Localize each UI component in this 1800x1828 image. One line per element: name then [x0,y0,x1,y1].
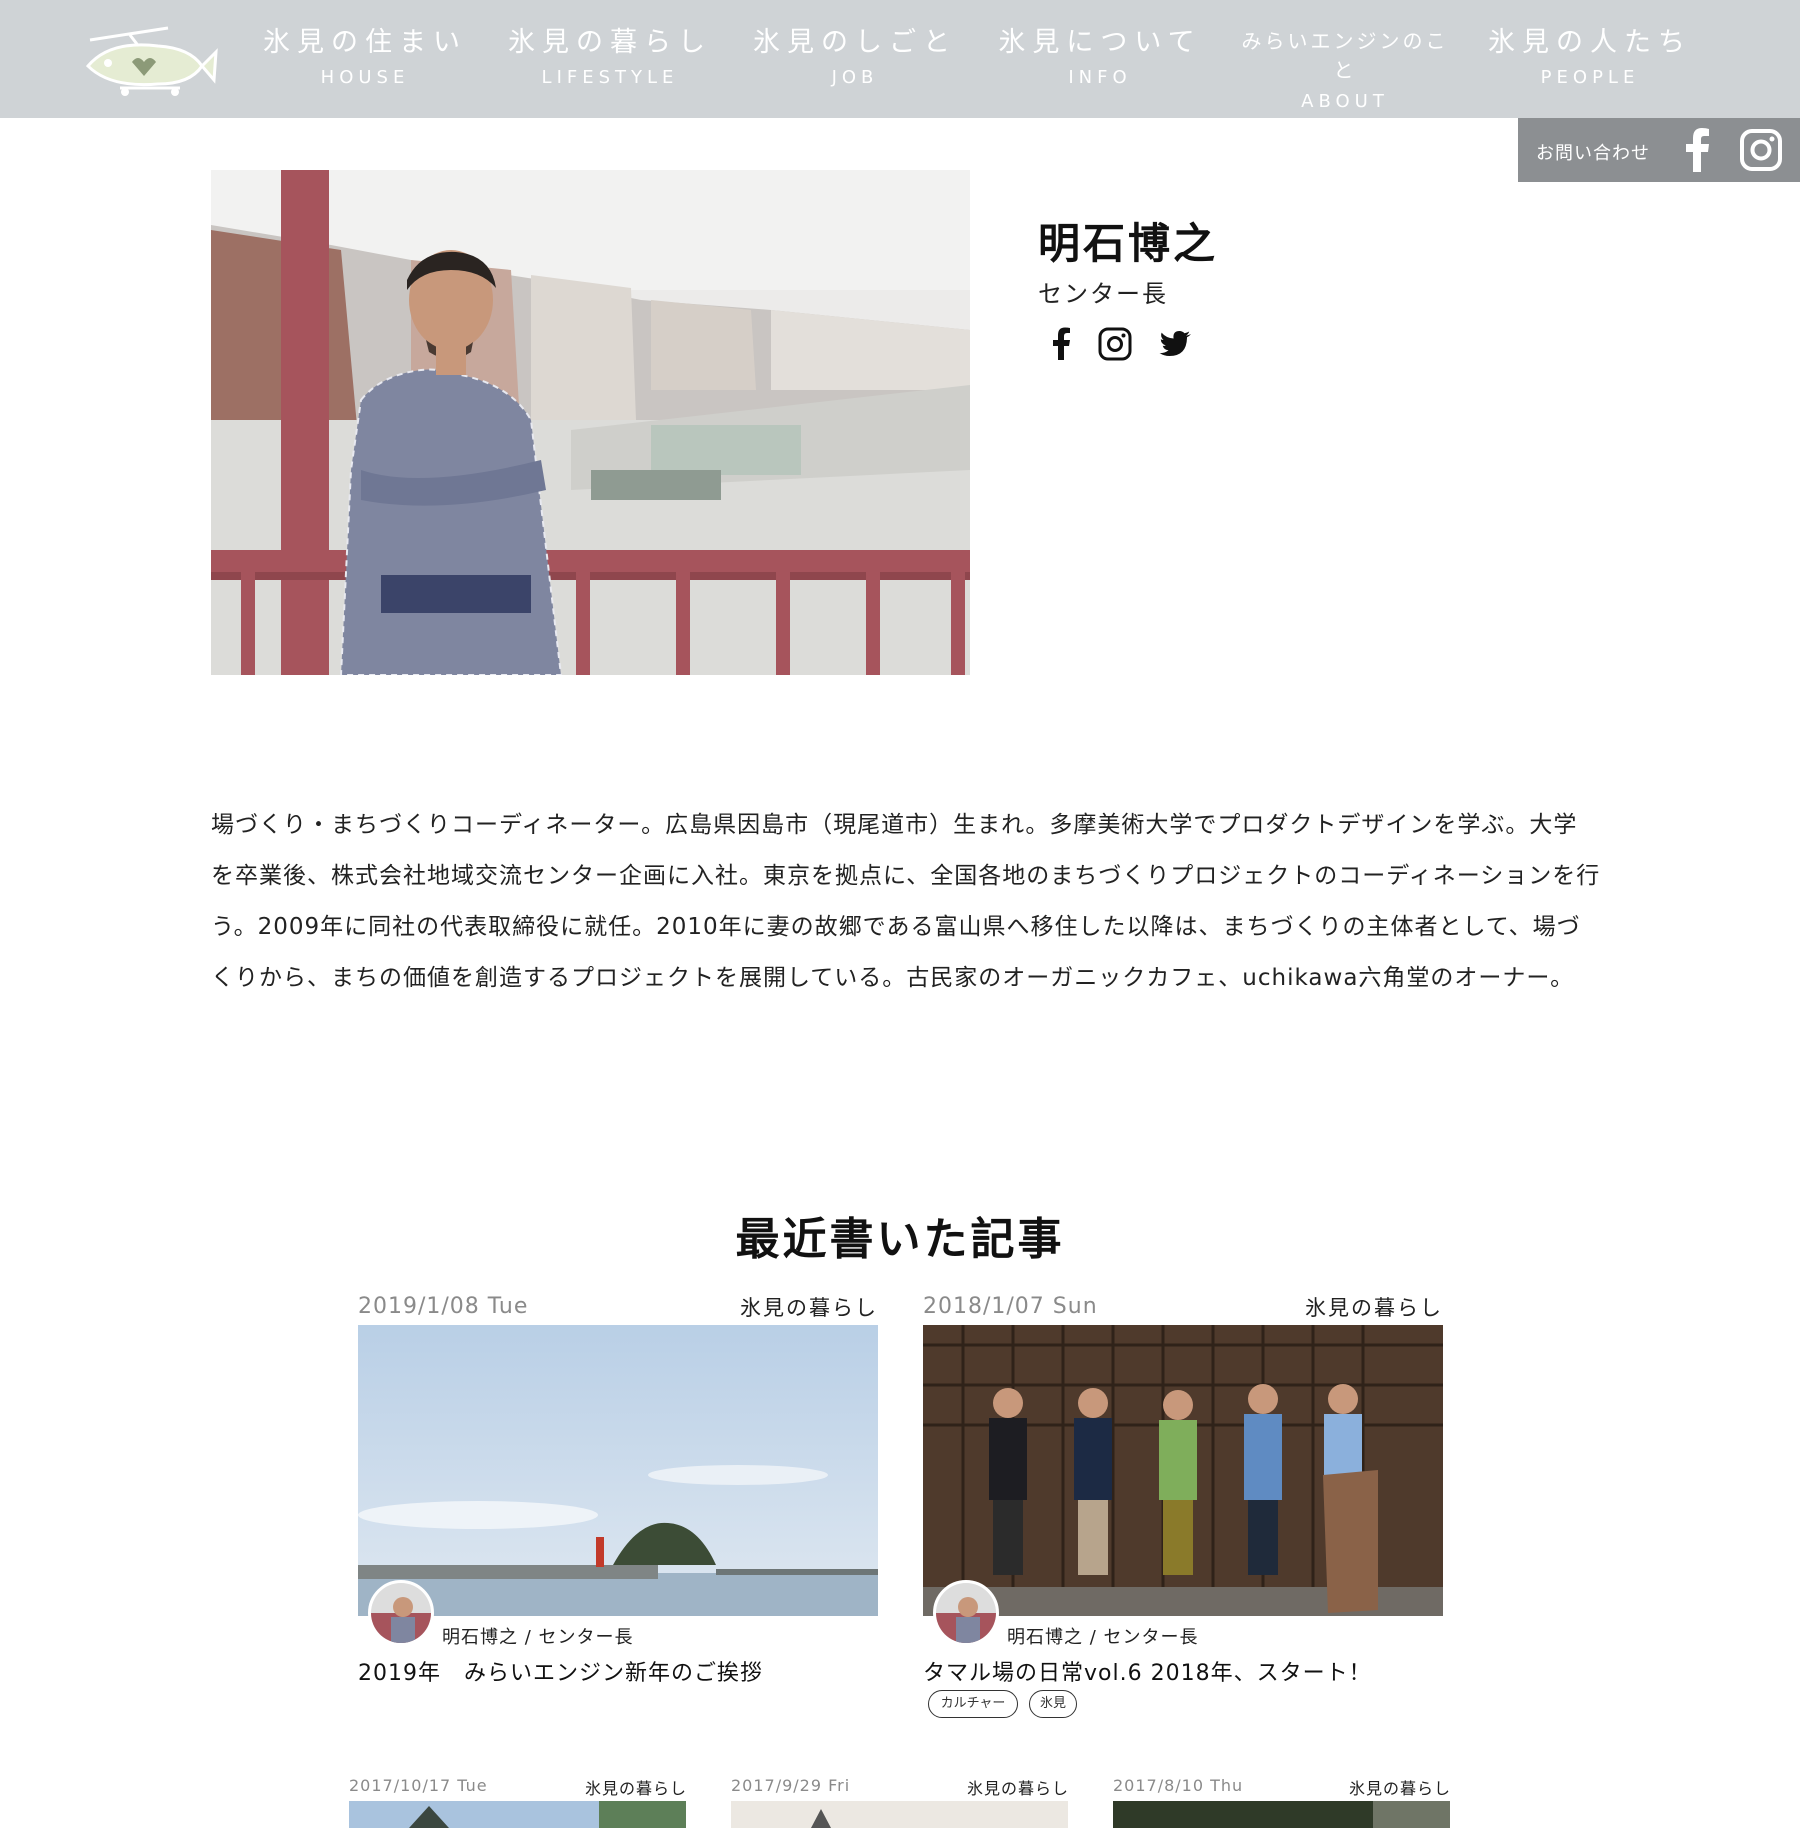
nav-label-en: HOUSE [320,67,410,88]
article-category[interactable]: 氷見の暮らし [585,1775,687,1799]
nav-label-en: PEOPLE [1540,67,1640,88]
facebook-icon[interactable] [1682,128,1712,172]
nav-item-people[interactable]: 氷見の人たち PEOPLE [1480,20,1700,88]
article-category[interactable]: 氷見の暮らし [1305,1292,1443,1322]
article-thumbnail[interactable] [923,1325,1443,1616]
tag-culture[interactable]: カルチャー [928,1690,1018,1718]
nav-label-en: INFO [1068,67,1132,88]
profile-photo [211,170,970,675]
profile-bio: 場づくり・まちづくりコーディネーター。広島県因島市（現尾道市）生まれ。多摩美術大… [211,812,1601,991]
nav-label-en: LIFESTYLE [541,67,679,88]
article-title[interactable]: 2019年 みらいエンジン新年のご挨拶 [358,1655,763,1687]
article-date: 2018/1/07 Sun [923,1294,1098,1319]
helicopter-fish-logo-icon [85,26,218,96]
nav-label-jp: 氷見の暮らし [508,27,712,58]
nav-label-jp: 氷見の住まい [263,27,467,58]
article-thumbnail[interactable] [349,1801,686,1828]
nav-label-jp: 氷見について [998,27,1202,58]
twitter-icon[interactable] [1158,326,1194,362]
article-thumbnail[interactable] [358,1325,878,1616]
nav-item-about[interactable]: みらいエンジンのこと ABOUT [1235,20,1455,112]
nav-label-jp: 氷見の人たち [1488,27,1692,58]
article-category[interactable]: 氷見の暮らし [740,1292,878,1322]
article-thumbnail[interactable] [1113,1801,1450,1828]
article-title[interactable]: タマル場の日常vol.6 2018年、スタート！ [923,1655,1372,1687]
site-header: 氷見の住まい HOUSE 氷見の暮らし LIFESTYLE 氷見のしごと JOB… [0,0,1800,118]
article-author: 明石博之 / センター長 [442,1627,634,1648]
author-avatar [368,1580,434,1646]
nav-label-jp: みらいエンジンのこと [1241,29,1449,82]
tag-himi[interactable]: 氷見 [1029,1690,1077,1718]
nav-item-job[interactable]: 氷見のしごと JOB [745,20,965,88]
nav-item-house[interactable]: 氷見の住まい HOUSE [255,20,475,88]
facebook-icon[interactable] [1044,326,1080,362]
profile-name: 明石博之 [1038,219,1219,268]
nav-label-en: JOB [831,67,879,88]
article-date: 2019/1/08 Tue [358,1294,529,1319]
nav-label-jp: 氷見のしごと [753,27,957,58]
article-date: 2017/10/17 Tue [349,1776,488,1795]
main-nav: 氷見の住まい HOUSE 氷見の暮らし LIFESTYLE 氷見のしごと JOB… [255,20,1715,112]
article-date: 2017/9/29 Fri [731,1776,851,1795]
nav-item-info[interactable]: 氷見について INFO [990,20,1210,88]
nav-label-en: ABOUT [1301,91,1389,112]
article-category[interactable]: 氷見の暮らし [1349,1775,1451,1799]
article-thumbnail[interactable] [731,1801,1068,1828]
contact-link[interactable]: お問い合わせ [1536,139,1650,165]
site-logo[interactable] [80,18,218,96]
article-author: 明石博之 / センター長 [1007,1627,1199,1648]
recent-articles-title: 最近書いた記事 [735,1214,1065,1265]
article-category[interactable]: 氷見の暮らし [967,1775,1069,1799]
profile-role: センター長 [1038,280,1168,308]
instagram-icon[interactable] [1097,326,1133,362]
author-avatar [933,1580,999,1646]
instagram-icon[interactable] [1740,129,1782,171]
article-date: 2017/8/10 Thu [1113,1776,1244,1795]
nav-item-lifestyle[interactable]: 氷見の暮らし LIFESTYLE [500,20,720,88]
